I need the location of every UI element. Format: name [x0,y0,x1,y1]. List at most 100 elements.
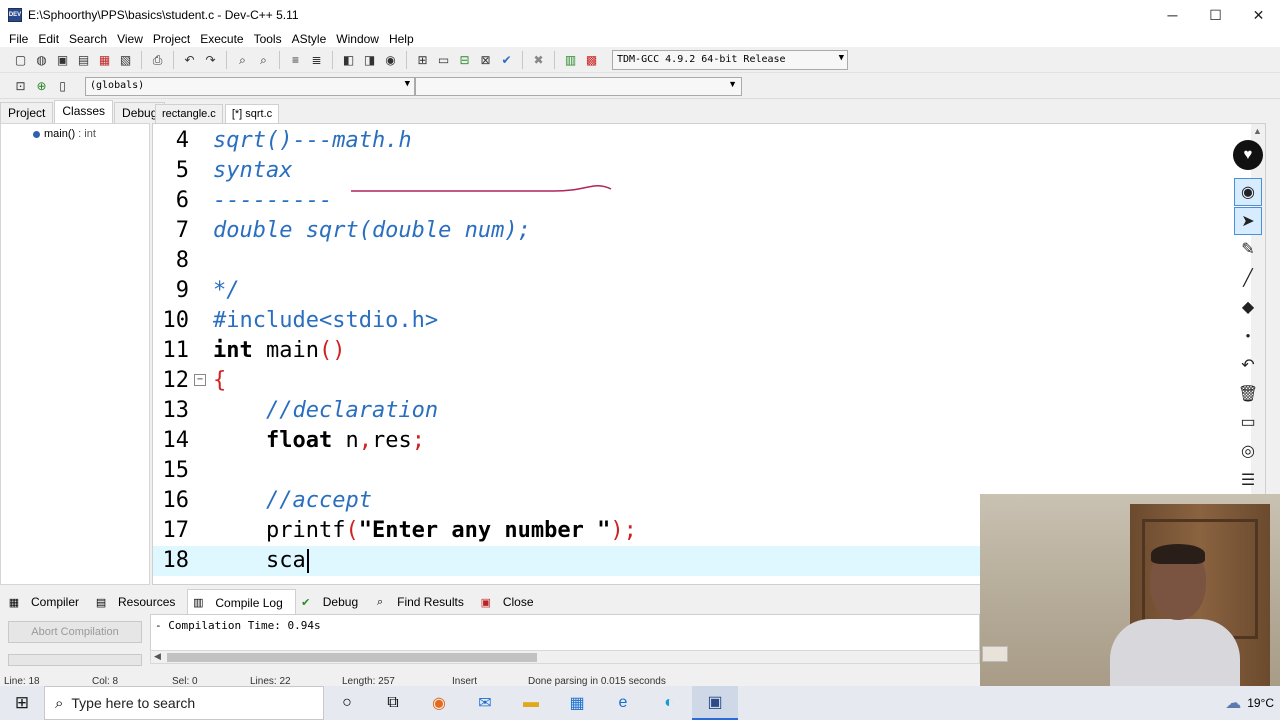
edge-icon[interactable]: e [600,686,646,720]
scroll-thumb[interactable] [167,653,537,662]
eye-icon[interactable]: ◉ [1234,177,1262,206]
goto-back-icon[interactable]: ◧ [340,51,358,69]
goto-line-icon[interactable]: ◉ [382,51,400,69]
bookmark-icon[interactable]: ⊕ [33,77,51,95]
save-icon[interactable]: ▣ [54,51,72,69]
new-file-icon[interactable]: ▢ [12,51,30,69]
compile-log-output[interactable]: - Compilation Time: 0.94s [150,614,980,654]
firefox-icon[interactable]: ◉ [416,686,462,720]
code-line[interactable]: 14 float n,res; [153,426,1265,456]
code-line[interactable]: 11 int main() [153,336,1265,366]
print-icon[interactable]: ⎙ [149,51,167,69]
menu-view[interactable]: View [112,32,148,46]
menu-project[interactable]: Project [148,32,195,46]
pointer-icon[interactable]: ➤ [1234,206,1262,235]
store-icon[interactable]: ▦ [554,686,600,720]
globals-select[interactable]: (globals) ▼ [85,76,415,96]
function-select[interactable]: ▼ [415,76,742,96]
class-tree-item[interactable]: main() : int [33,128,149,140]
code-token: double sqrt(double num); [213,218,531,243]
menu-file[interactable]: File [4,32,33,46]
abort-compilation-button[interactable]: Abort Compilation [8,621,142,643]
delete-profile-icon[interactable]: ▩ [583,51,601,69]
code-line[interactable]: 12−{ [153,366,1265,396]
code-line[interactable]: 6 --------- [153,186,1265,216]
fold-toggle-icon[interactable]: − [194,374,206,386]
tab-sqrt-c[interactable]: [*] sqrt.c [224,104,280,123]
compile-icon[interactable]: ⊞ [414,51,432,69]
tab-resources[interactable]: ▤ Resources [91,589,187,615]
insert-icon[interactable]: ⊡ [12,77,30,95]
code-line[interactable]: 4 sqrt()---math.h [153,126,1265,156]
scroll-up-icon[interactable]: ▲ [1253,126,1262,136]
indent-icon[interactable]: ≡ [287,51,305,69]
undo-icon[interactable]: ↶ [1234,351,1262,379]
menu-search[interactable]: Search [64,32,112,46]
menu-help[interactable]: Help [384,32,419,46]
mail-icon[interactable]: ✉ [462,686,508,720]
menu-tools[interactable]: Tools [249,32,287,46]
tab-compile-log[interactable]: ▥ Compile Log [187,588,296,616]
notes-icon[interactable]: ☰ [1234,466,1262,494]
syntax-check-icon[interactable]: ✔ [498,51,516,69]
undo-icon[interactable]: ↶ [181,51,199,69]
code-line[interactable]: 9 */ [153,276,1265,306]
file-explorer-icon[interactable]: ▬ [508,686,554,720]
open-icon[interactable]: ◍ [33,51,51,69]
replace-icon[interactable]: ⌕ [255,51,273,69]
code-text: float n,res; [213,426,425,456]
unindent-icon[interactable]: ≣ [308,51,326,69]
find-icon[interactable]: ⌕ [234,51,252,69]
code-line[interactable]: 5 syntax [153,156,1265,186]
menu-astyle[interactable]: AStyle [287,32,332,46]
menu-execute[interactable]: Execute [195,32,248,46]
devcpp-taskbar-icon[interactable]: ▣ [692,686,738,720]
compile-run-icon[interactable]: ⊟ [456,51,474,69]
code-line[interactable]: 13 //declaration [153,396,1265,426]
task-view-icon[interactable]: ⧉ [370,686,416,720]
cortana-icon[interactable]: ○ [324,686,370,720]
run-icon[interactable]: ▭ [435,51,453,69]
goto-bookmark-icon[interactable]: ▯ [54,77,72,95]
profile-icon[interactable]: ▥ [562,51,580,69]
annotation-app-logo-icon[interactable]: ♥ [1233,140,1263,170]
compiler-select[interactable]: TDM-GCC 4.9.2 64-bit Release ▼ [612,50,848,70]
menu-edit[interactable]: Edit [33,32,64,46]
code-line[interactable]: 8 [153,246,1265,276]
eraser-icon[interactable]: ◆ [1234,293,1262,321]
tab-rectangle-c[interactable]: rectangle.c [155,104,223,123]
rebuild-icon[interactable]: ⊠ [477,51,495,69]
camera-icon[interactable]: ◎ [1234,437,1262,465]
windows-start-icon[interactable]: ⊞ [0,686,44,720]
tab-project[interactable]: Project [0,102,54,123]
edge-chromium-icon[interactable]: ◐ [646,686,692,720]
weather-temp[interactable]: 19°C [1247,696,1274,710]
menu-window[interactable]: Window [331,32,384,46]
code-line[interactable]: 15 [153,456,1265,486]
close-window-button[interactable]: ✕ [1237,0,1280,30]
scroll-left-icon[interactable]: ◀ [154,651,161,662]
save-all-icon[interactable]: ▤ [75,51,93,69]
line-icon[interactable]: ╱ [1234,264,1262,292]
dot-icon[interactable]: ● [1234,322,1262,350]
close-file-icon[interactable]: ▦ [96,51,114,69]
tab-debug-bottom[interactable]: ✔ Debug [296,589,370,615]
tab-close[interactable]: ▣ Close [476,589,546,615]
maximize-button[interactable]: ☐ [1194,0,1237,30]
tab-find-results[interactable]: ⌕ Find Results [370,589,476,615]
weather-icon[interactable]: ☁ [1225,693,1241,713]
pen-icon[interactable]: ✎ [1234,236,1262,264]
screen-icon[interactable]: ▭ [1234,408,1262,436]
tab-classes[interactable]: Classes [54,100,114,123]
minimize-button[interactable]: ─ [1151,0,1194,30]
trash-icon[interactable]: 🗑 [1234,380,1262,408]
log-horizontal-scrollbar[interactable]: ◀ [150,650,980,664]
stop-execution-icon[interactable]: ✖ [530,51,548,69]
tab-compiler[interactable]: ▦ Compiler [4,589,91,615]
redo-icon[interactable]: ↷ [202,51,220,69]
code-line[interactable]: 10 #include<stdio.h> [153,306,1265,336]
taskbar-search[interactable]: ⌕ Type here to search [44,686,324,720]
goto-forward-icon[interactable]: ◨ [361,51,379,69]
close-all-icon[interactable]: ▧ [117,51,135,69]
code-line[interactable]: 7 double sqrt(double num); [153,216,1265,246]
